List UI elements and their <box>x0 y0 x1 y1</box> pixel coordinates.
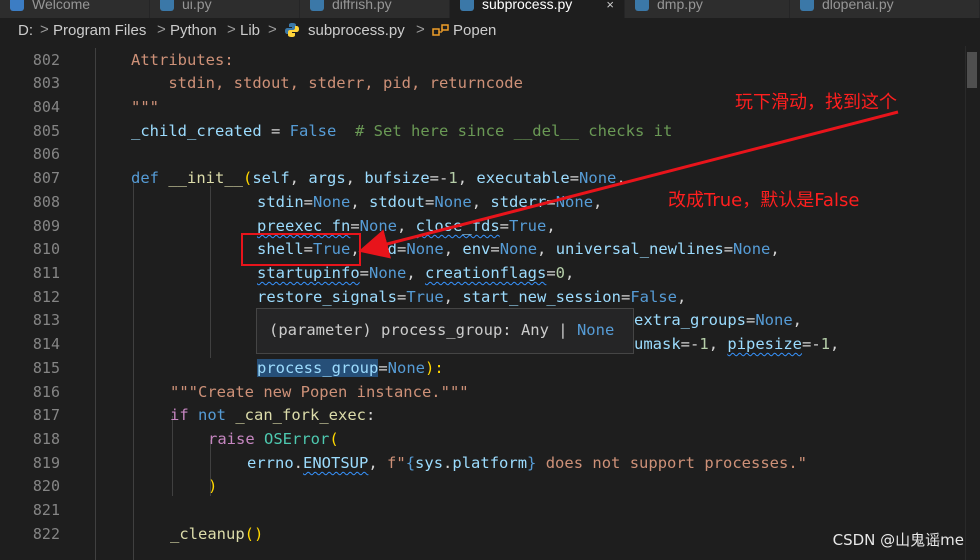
annotation-change-hint: 改成True，默认是False <box>668 190 860 211</box>
annotation-arrow <box>358 110 899 259</box>
watermark: CSDN @山鬼谣me <box>832 531 964 549</box>
annotation-scroll-hint: 玩下滑动，找到这个 <box>735 92 897 113</box>
